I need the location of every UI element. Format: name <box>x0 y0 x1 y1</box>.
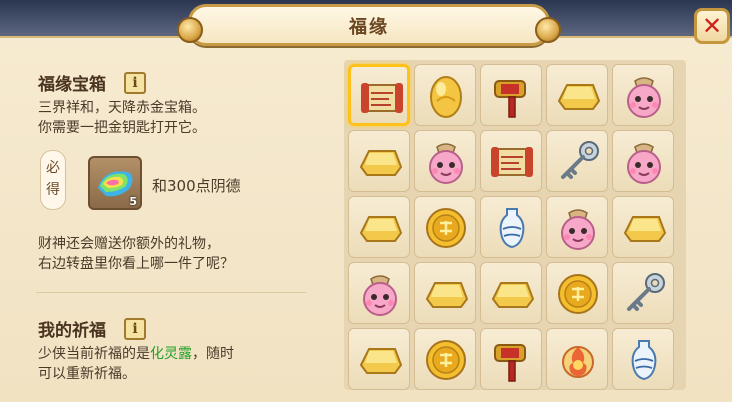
prize-cell[interactable] <box>414 130 476 192</box>
gold-ingot-icon <box>359 216 403 242</box>
title-plaque: 福缘 <box>177 4 561 46</box>
section-divider <box>36 292 306 293</box>
blessing-item-name[interactable]: 化灵露 <box>150 346 192 362</box>
scroll-icon <box>491 147 533 177</box>
prize-cell[interactable] <box>348 196 410 258</box>
prize-cell[interactable] <box>612 262 674 324</box>
prize-cell[interactable] <box>480 64 542 126</box>
blessing-desc-line2: 可以重新祈福。 <box>38 366 136 382</box>
prize-cell[interactable] <box>414 64 476 126</box>
gold-coin-icon <box>426 340 466 380</box>
extra-gift-line1: 财神还会赠送你额外的礼物， <box>38 236 220 252</box>
prize-cell[interactable] <box>414 328 476 390</box>
prize-cell[interactable] <box>480 262 542 324</box>
reward-item-slot[interactable]: 5 <box>88 156 142 210</box>
prize-cell[interactable] <box>546 328 608 390</box>
fire-orb-icon <box>562 346 594 378</box>
prize-grid <box>344 60 686 390</box>
prize-cell[interactable] <box>348 130 410 192</box>
gold-ingot-icon <box>557 84 601 110</box>
info-icon[interactable]: i <box>124 318 146 340</box>
prize-cell[interactable] <box>348 328 410 390</box>
porcelain-vase-icon <box>499 208 525 249</box>
pink-pouch-icon <box>561 209 595 250</box>
prize-cell[interactable] <box>546 130 608 192</box>
gold-coin-icon <box>558 274 598 314</box>
blessing-desc-line1: 少侠当前祈福的是化灵露，随时 <box>38 344 234 364</box>
prize-cell[interactable] <box>480 130 542 192</box>
must-get-badge: 必 得 <box>40 150 66 210</box>
blessing-suffix: ，随时 <box>192 346 234 362</box>
prize-cell[interactable] <box>612 328 674 390</box>
pink-pouch-icon <box>429 143 463 184</box>
pink-pouch-icon <box>627 143 661 184</box>
prize-cell[interactable] <box>546 196 608 258</box>
porcelain-vase-icon <box>631 340 657 381</box>
prize-cell[interactable] <box>414 196 476 258</box>
gold-ingot-icon <box>425 282 469 308</box>
must-get-char-2: 得 <box>46 182 60 198</box>
prize-cell[interactable] <box>480 328 542 390</box>
reward-text: 和300点阴德 <box>152 177 241 195</box>
gold-ingot-icon <box>359 150 403 176</box>
prize-cell[interactable] <box>612 64 674 126</box>
prize-cell[interactable] <box>348 262 410 324</box>
silver-key-icon <box>627 273 665 311</box>
prize-cell[interactable] <box>414 262 476 324</box>
golden-hammer-icon <box>494 344 526 382</box>
info-column: 福缘宝箱 i 三界祥和，天降赤金宝箱。 你需要一把金钥匙打开它。 必 得 5 和… <box>0 42 330 400</box>
prize-cell[interactable] <box>612 130 674 192</box>
prize-cell[interactable] <box>348 64 410 126</box>
pink-pouch-icon <box>627 77 661 118</box>
info-icon[interactable]: i <box>124 72 146 94</box>
blessing-heading: 我的祈福 <box>38 321 106 341</box>
golden-egg-icon <box>430 76 462 118</box>
prize-cell[interactable] <box>546 64 608 126</box>
scroll-icon <box>361 83 403 113</box>
gold-coin-icon <box>426 208 466 248</box>
gold-ingot-icon <box>491 282 535 308</box>
prize-cell[interactable] <box>546 262 608 324</box>
treasure-desc-line1: 三界祥和，天降赤金宝箱。 <box>38 100 206 116</box>
close-button[interactable]: ✕ <box>694 8 730 44</box>
silver-key-icon <box>561 141 599 179</box>
treasure-desc-line2: 你需要一把金钥匙打开它。 <box>38 120 206 136</box>
golden-hammer-icon <box>494 80 526 118</box>
prize-cell[interactable] <box>480 196 542 258</box>
gold-ingot-icon <box>623 216 667 242</box>
dialog-title: 福缘 <box>349 17 389 38</box>
pink-pouch-icon <box>363 275 397 316</box>
extra-gift-line2: 右边转盘里你看上哪一件了呢？ <box>38 256 234 272</box>
prize-cell[interactable] <box>612 196 674 258</box>
close-icon: ✕ <box>701 12 723 40</box>
treasure-heading: 福缘宝箱 <box>38 75 106 95</box>
gold-ingot-icon <box>359 348 403 374</box>
reward-count: 5 <box>129 195 137 208</box>
blessing-prefix: 少侠当前祈福的是 <box>38 346 150 362</box>
must-get-char-1: 必 <box>46 160 60 176</box>
